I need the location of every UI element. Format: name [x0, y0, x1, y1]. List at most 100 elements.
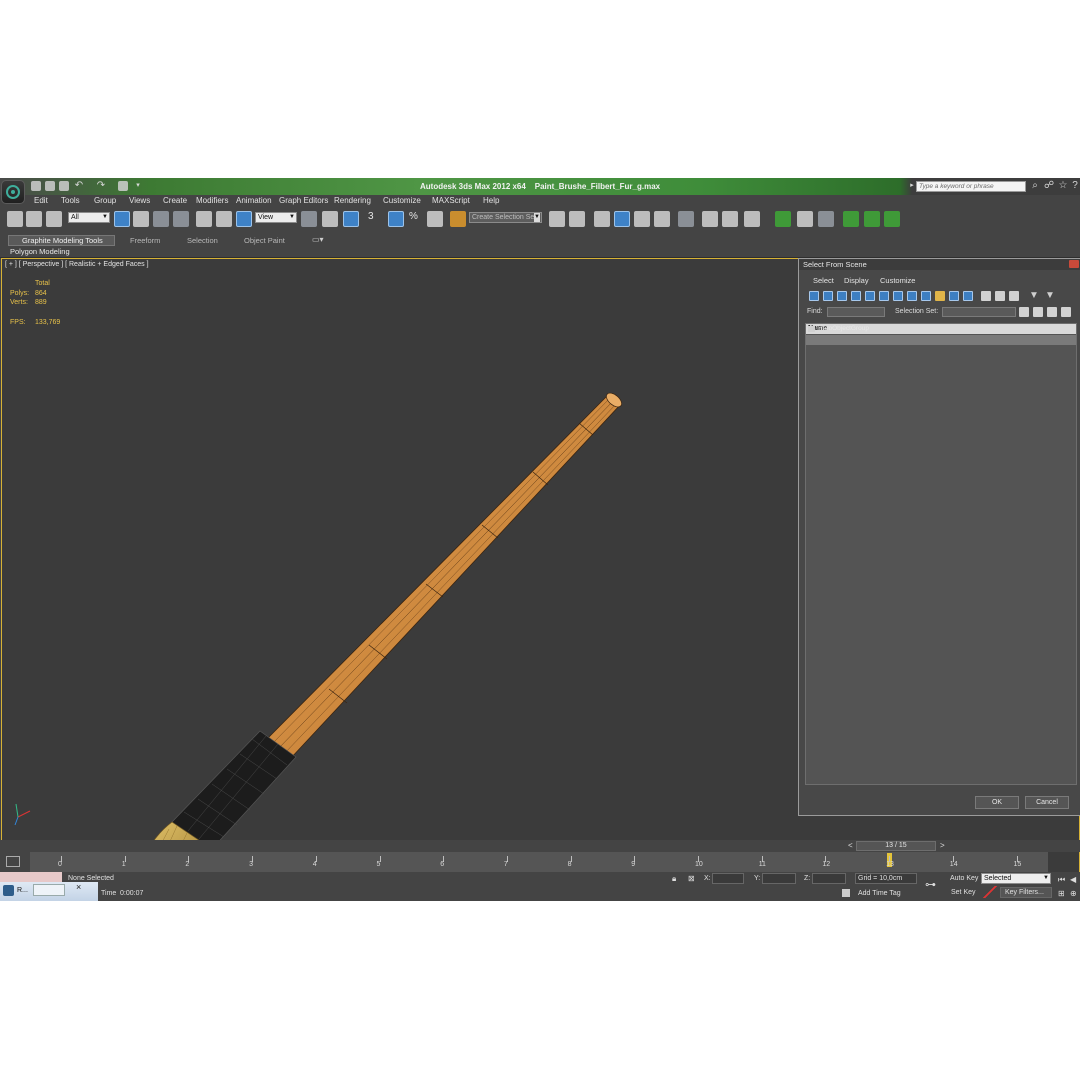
display-containers-icon[interactable] — [935, 291, 945, 301]
named-selection-set-select[interactable]: Create Selection Se ▼ — [469, 212, 542, 223]
curve-editor-icon[interactable] — [634, 211, 650, 227]
save-file-icon[interactable] — [59, 181, 69, 191]
scene-explorer-icon[interactable] — [818, 211, 834, 227]
quick-access-dropdown-icon[interactable]: ▾ — [133, 181, 143, 191]
taskbar-close-icon[interactable]: × — [76, 882, 81, 892]
filter-icon[interactable]: ▼ — [1029, 290, 1039, 301]
menu-rendering[interactable]: Rendering — [334, 196, 371, 205]
add-selection-set-icon[interactable] — [1033, 307, 1043, 317]
select-from-scene-dialog[interactable]: Select From Scene Select Display Customi… — [798, 258, 1080, 816]
absolute-mode-icon[interactable]: ⊠ — [688, 874, 695, 883]
selection-set-input[interactable] — [942, 307, 1016, 317]
select-object-icon[interactable] — [114, 211, 130, 227]
keyboard-shortcut-override-icon[interactable] — [343, 211, 359, 227]
select-and-manipulate-icon[interactable] — [322, 211, 338, 227]
display-cameras-icon[interactable] — [851, 291, 861, 301]
open-file-icon[interactable] — [45, 181, 55, 191]
display-lights-icon[interactable] — [837, 291, 847, 301]
x-coordinate-field[interactable] — [712, 873, 744, 884]
display-bones-icon[interactable] — [921, 291, 931, 301]
pivot-point-center-icon[interactable] — [301, 211, 317, 227]
key-filters-button[interactable]: Key Filters... — [1005, 889, 1044, 896]
rendered-frame-window-icon[interactable] — [722, 211, 738, 227]
goto-start-icon[interactable]: ⏮ — [1058, 875, 1065, 885]
project-folder-icon[interactable] — [118, 181, 128, 191]
select-all-icon[interactable] — [981, 291, 991, 301]
layer-manager-icon[interactable] — [594, 211, 610, 227]
ribbon-toggle-icon[interactable] — [843, 211, 859, 227]
dialog-menu-display[interactable]: Display — [844, 276, 869, 285]
time-slider-frame-counter[interactable]: 13 / 15 — [856, 841, 936, 851]
material-editor-icon[interactable] — [678, 211, 694, 227]
selection-set-dropdown-icon[interactable] — [1019, 307, 1029, 317]
select-and-move-icon[interactable] — [196, 211, 212, 227]
ok-button[interactable]: OK — [975, 796, 1019, 809]
menu-help[interactable]: Help — [483, 196, 499, 205]
display-xrefs-icon[interactable] — [907, 291, 917, 301]
undo-icon[interactable]: ↶ — [74, 181, 84, 191]
ribbon-options-icon[interactable]: ▭▾ — [312, 235, 324, 244]
unlink-selection-icon[interactable] — [26, 211, 42, 227]
dialog-menu-customize[interactable]: Customize — [880, 276, 915, 285]
menu-create[interactable]: Create — [163, 196, 187, 205]
mini-curve-editor-icon[interactable] — [6, 856, 20, 867]
extras-icon[interactable] — [884, 211, 900, 227]
redo-icon[interactable]: ↷ — [96, 181, 106, 191]
menu-maxscript[interactable]: MAXScript — [432, 196, 470, 205]
align-icon[interactable] — [569, 211, 585, 227]
set-key-mode-icon[interactable]: ⊶ — [925, 878, 936, 891]
selection-filter-select[interactable]: All ▼ — [68, 212, 110, 223]
filter-options-icon[interactable]: ▼ — [1045, 290, 1055, 301]
tab-graphite-modeling-tools[interactable]: Graphite Modeling Tools — [22, 236, 103, 245]
favorites-icon[interactable]: ☆ — [1058, 181, 1068, 191]
edit-selection-set-icon[interactable] — [1061, 307, 1071, 317]
tab-selection[interactable]: Selection — [187, 236, 218, 245]
app-logo-icon[interactable] — [1, 180, 25, 204]
tab-freeform[interactable]: Freeform — [130, 236, 160, 245]
z-coordinate-field[interactable] — [812, 873, 846, 884]
menu-edit[interactable]: Edit — [34, 196, 48, 205]
y-coordinate-field[interactable] — [762, 873, 796, 884]
time-slider-next[interactable]: > — [940, 841, 945, 850]
display-shapes-icon[interactable] — [823, 291, 833, 301]
select-and-link-icon[interactable] — [7, 211, 23, 227]
dialog-menu-select[interactable]: Select — [813, 276, 834, 285]
select-by-name-icon[interactable] — [133, 211, 149, 227]
bind-to-space-warp-icon[interactable] — [46, 211, 62, 227]
display-geometry-icon[interactable] — [809, 291, 819, 301]
container-icon[interactable] — [775, 211, 791, 227]
select-none-icon[interactable] — [995, 291, 1005, 301]
previous-frame-icon[interactable]: ◀ — [1070, 875, 1076, 884]
taskbar-item-label[interactable]: R... — [17, 887, 28, 894]
ribbon-panel-polygon-modeling[interactable]: Polygon Modeling — [10, 247, 70, 256]
menu-group[interactable]: Group — [94, 196, 116, 205]
set-key-button[interactable]: Set Key — [951, 889, 976, 896]
reference-coordinate-select[interactable]: View ▼ — [255, 212, 297, 223]
taskbar-window-thumb[interactable] — [33, 884, 65, 896]
select-and-scale-icon[interactable] — [236, 211, 252, 227]
lock-selection-icon[interactable]: 🔒︎ — [672, 874, 676, 884]
help-icon[interactable]: ? — [1070, 181, 1080, 191]
select-and-rotate-icon[interactable] — [216, 211, 232, 227]
menu-views[interactable]: Views — [129, 196, 150, 205]
quick-render-icon[interactable] — [864, 211, 880, 227]
taskbar-app-icon[interactable] — [3, 885, 14, 896]
menu-tools[interactable]: Tools — [61, 196, 80, 205]
render-production-icon[interactable] — [744, 211, 760, 227]
window-crossing-icon[interactable] — [173, 211, 189, 227]
tab-object-paint[interactable]: Object Paint — [244, 236, 285, 245]
display-hidden-icon[interactable] — [963, 291, 973, 301]
key-mode-select[interactable]: Selected ▼ — [981, 873, 1051, 884]
list-item[interactable] — [806, 335, 1076, 345]
percent-snap-toggle-icon[interactable]: % — [409, 211, 418, 222]
dialog-close-button[interactable] — [1069, 260, 1079, 268]
spinner-snap-toggle-icon[interactable] — [427, 211, 443, 227]
display-frozen-icon[interactable] — [949, 291, 959, 301]
display-space-warps-icon[interactable] — [879, 291, 889, 301]
menu-customize[interactable]: Customize — [383, 196, 421, 205]
particle-view-icon[interactable] — [797, 211, 813, 227]
time-tag-icon[interactable] — [842, 889, 850, 897]
select-invert-icon[interactable] — [1009, 291, 1019, 301]
cancel-button[interactable]: Cancel — [1025, 796, 1069, 809]
menu-animation[interactable]: Animation — [236, 196, 272, 205]
